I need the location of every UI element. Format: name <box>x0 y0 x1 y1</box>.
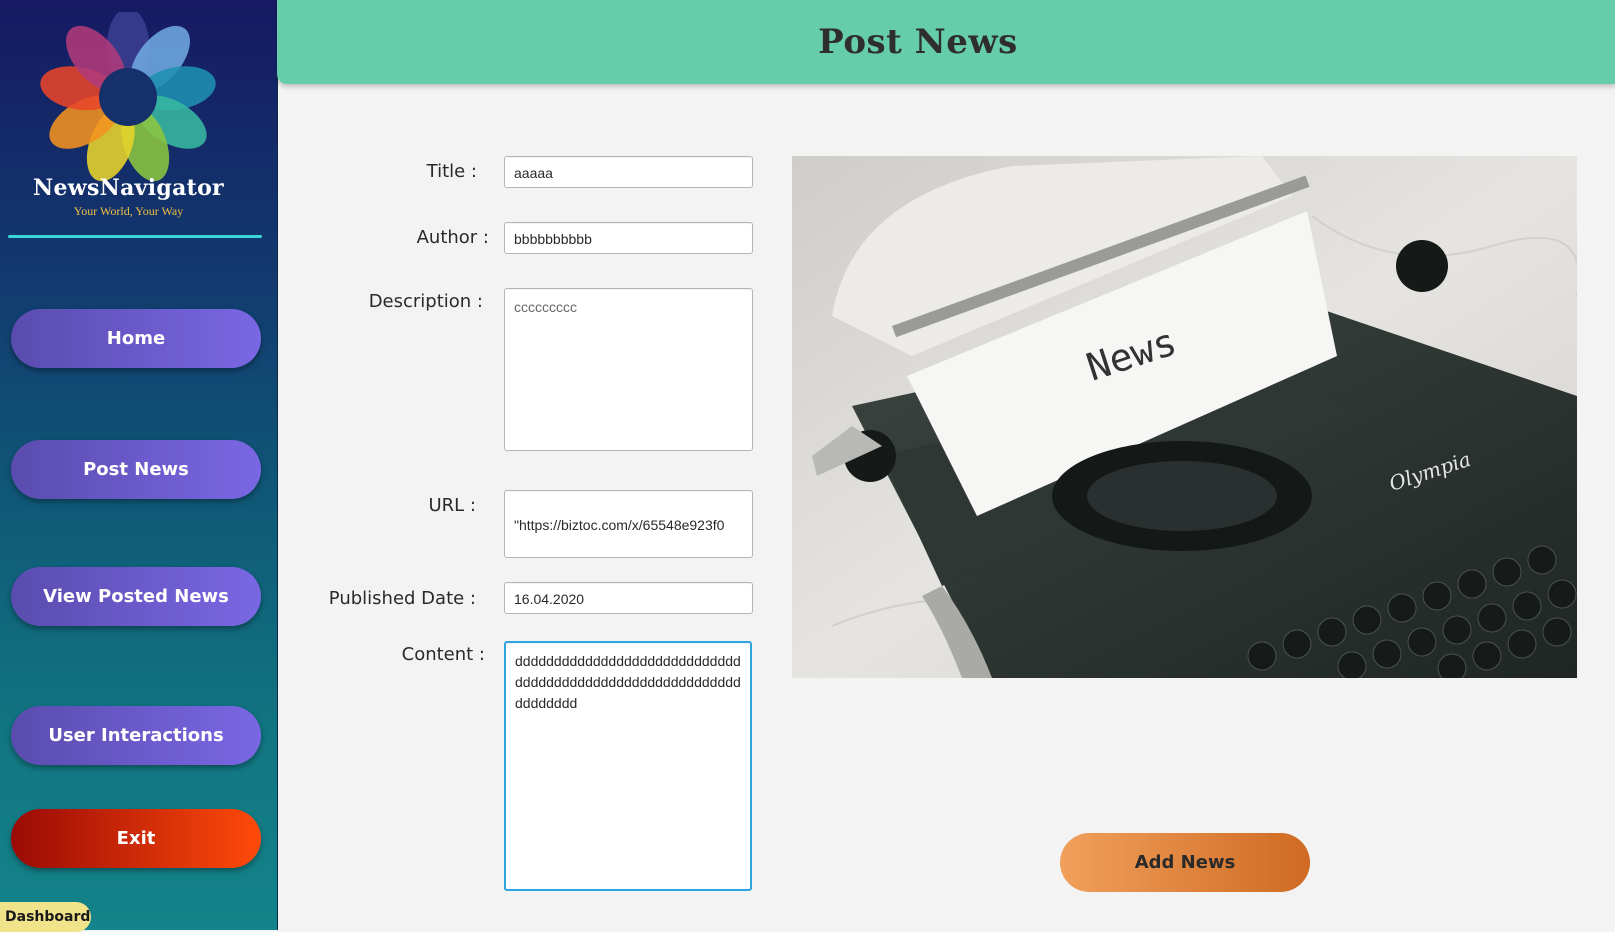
brand-divider <box>8 235 262 238</box>
dashboard-badge[interactable]: Dashboard <box>0 902 91 932</box>
page-header: Post News <box>277 0 1615 84</box>
home-button[interactable]: Home <box>11 309 261 368</box>
sidebar: NewsNavigator Your World, Your Way Home … <box>0 0 278 932</box>
page-title: Post News <box>818 22 1018 62</box>
typewriter-illustration: News Olympia <box>792 156 1577 678</box>
published-date-input[interactable]: 16.04.2020 <box>504 582 753 614</box>
description-label: Description : <box>368 291 483 312</box>
post-news-button[interactable]: Post News <box>11 440 261 499</box>
typewriter-image: News Olympia <box>792 156 1577 678</box>
description-textarea[interactable]: ccccccccc <box>504 288 753 451</box>
author-input[interactable]: bbbbbbbbbb <box>504 222 753 254</box>
url-input[interactable]: "https://biztoc.com/x/65548e923f0 <box>504 490 753 558</box>
content-textarea[interactable]: dddddddddddddddddddddddddddddddddddddddd… <box>504 641 752 891</box>
url-label: URL : <box>428 495 477 516</box>
title-label: Title : <box>426 161 477 182</box>
title-input[interactable]: aaaaa <box>504 156 753 188</box>
add-news-button[interactable]: Add News <box>1060 833 1310 892</box>
logo-icon <box>40 12 216 182</box>
view-posted-news-button[interactable]: View Posted News <box>11 567 261 626</box>
user-interactions-button[interactable]: User Interactions <box>11 706 261 765</box>
brand-tagline: Your World, Your Way <box>73 204 184 218</box>
exit-button[interactable]: Exit <box>11 809 261 868</box>
brand-name: NewsNavigator <box>33 175 224 201</box>
author-label: Author : <box>416 227 489 248</box>
content-label: Content : <box>401 644 485 665</box>
published-date-label: Published Date : <box>328 588 476 609</box>
